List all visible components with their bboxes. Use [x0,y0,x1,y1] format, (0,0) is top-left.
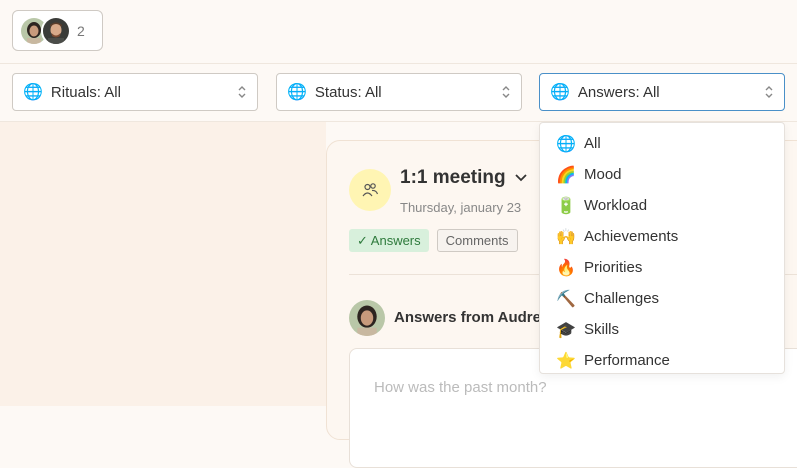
ritual-date: Thursday, january 23 [400,200,522,215]
raised-hands-icon: 🙌 [556,228,576,246]
option-label: Challenges [584,290,660,307]
globe-icon: 🌐 [23,84,43,101]
dropdown-option-performance[interactable]: ⭐ Performance [540,345,784,376]
filter-bar: 🌐 Rituals: All 🌐 Status: All 🌐 Answers: … [0,64,797,122]
answers-filter-label: Answers: All [577,83,660,101]
option-label: Performance [584,352,670,369]
option-label: All [584,135,601,152]
rituals-filter-select[interactable]: 🌐 Rituals: All [12,73,258,111]
members-button[interactable]: 2 [12,10,103,51]
chevron-updown-icon [765,86,773,98]
rainbow-icon: 🌈 [556,166,576,184]
fire-icon: 🔥 [556,259,576,277]
globe-icon: 🌐 [550,84,570,101]
top-bar: 2 [0,0,797,64]
answers-dropdown-menu: 🌐 All 🌈 Mood 🔋 Workload 🙌 Achievements 🔥… [539,122,785,374]
option-label: Workload [584,197,648,214]
rituals-filter-label: Rituals: All [50,83,121,101]
ritual-title-dropdown[interactable]: 1:1 meeting [400,167,528,189]
question-text: How was the past month? [374,379,547,396]
tab-comments[interactable]: Comments [436,229,518,252]
option-label: Skills [584,321,620,338]
chevron-updown-icon [502,86,510,98]
tab-answers[interactable]: ✓ Answers [349,229,429,252]
ritual-title: 1:1 meeting [400,167,506,188]
dropdown-option-priorities[interactable]: 🔥 Priorities [540,252,784,283]
member-count: 2 [77,22,85,39]
globe-icon: 🌐 [287,84,307,101]
graduation-cap-icon: 🎓 [556,321,576,339]
people-icon [349,169,391,211]
dropdown-option-skills[interactable]: 🎓 Skills [540,314,784,345]
answers-filter-select[interactable]: 🌐 Answers: All [539,73,785,111]
main-background [0,122,326,406]
globe-icon: 🌐 [556,135,576,153]
battery-icon: 🔋 [556,197,576,215]
dropdown-option-all[interactable]: 🌐 All [540,128,784,159]
card-tabs: ✓ Answers Comments [349,229,518,252]
answers-from-label: Answers from Audre [394,309,541,326]
avatar-man [41,15,71,46]
status-filter-label: Status: All [314,83,382,101]
chevron-updown-icon [238,86,246,98]
avatar [349,300,385,336]
option-label: Priorities [584,259,643,276]
pick-icon: ⛏️ [556,290,576,308]
status-filter-select[interactable]: 🌐 Status: All [276,73,522,111]
dropdown-option-workload[interactable]: 🔋 Workload [540,190,784,221]
star-icon: ⭐ [556,352,576,370]
dropdown-option-mood[interactable]: 🌈 Mood [540,159,784,190]
dropdown-option-achievements[interactable]: 🙌 Achievements [540,221,784,252]
option-label: Mood [584,166,622,183]
dropdown-option-challenges[interactable]: ⛏️ Challenges [540,283,784,314]
chevron-down-icon [514,174,527,182]
option-label: Achievements [584,228,679,245]
